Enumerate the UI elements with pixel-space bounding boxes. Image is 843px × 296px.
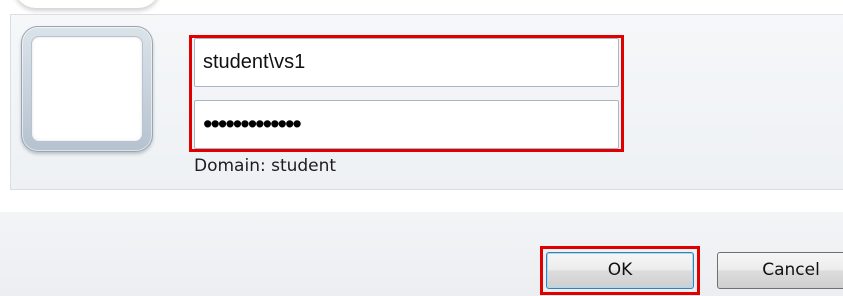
previous-tile-edge	[14, 0, 160, 8]
footer-separator	[0, 208, 843, 209]
domain-label: Domain: student	[194, 156, 337, 176]
cancel-button[interactable]: Cancel	[717, 252, 843, 289]
user-picture-tile	[21, 26, 153, 152]
password-field[interactable]	[194, 100, 619, 149]
username-field[interactable]	[194, 38, 619, 87]
ok-button[interactable]: OK	[546, 252, 694, 289]
user-picture-frame	[31, 36, 143, 142]
